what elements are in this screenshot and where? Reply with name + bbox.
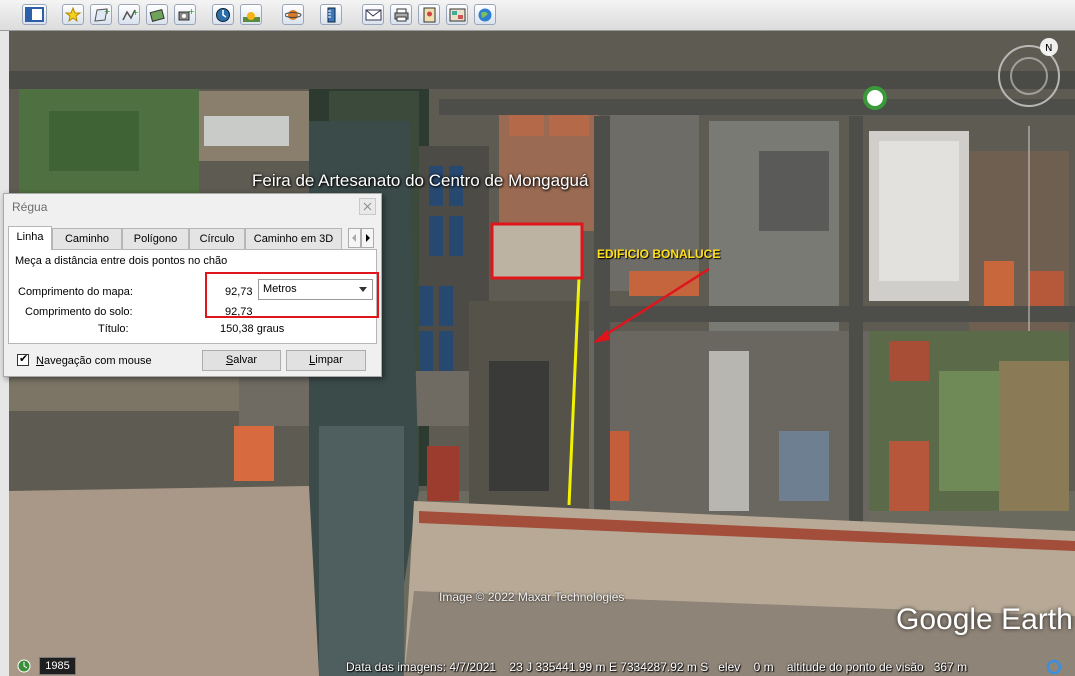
earth-gallery-icon[interactable] <box>474 4 496 25</box>
add-polygon-icon[interactable]: + <box>90 4 112 25</box>
tab-circulo[interactable]: Círculo <box>189 228 245 249</box>
print-icon[interactable] <box>390 4 412 25</box>
svg-text:+: + <box>104 7 110 16</box>
poi-label[interactable]: Feira de Artesanato do Centro de Mongagu… <box>252 171 588 191</box>
checkmark-icon: ✔ <box>19 353 29 365</box>
map-length-label: Comprimento do mapa: <box>18 286 133 298</box>
building-highlight-box <box>490 222 584 280</box>
arrow-head-icon <box>593 330 610 343</box>
sidebar-toggle-icon[interactable] <box>22 4 47 25</box>
ruler-dialog: Régua Linha Caminho Polígono Círculo Cam… <box>3 193 382 377</box>
historical-imagery-icon[interactable] <box>212 4 234 25</box>
save-button[interactable]: Salvar <box>202 350 281 371</box>
add-placemark-icon[interactable] <box>62 4 84 25</box>
ruler-line <box>567 277 581 506</box>
close-icon <box>363 202 372 211</box>
add-image-overlay-icon[interactable] <box>146 4 168 25</box>
history-clock-icon[interactable] <box>17 659 31 673</box>
annotation-label: EDIFICIO BONALUCE <box>597 247 721 261</box>
add-path-icon[interactable]: + <box>118 4 140 25</box>
planets-icon[interactable] <box>282 4 304 25</box>
dialog-title: Régua <box>12 200 48 214</box>
close-button[interactable] <box>359 198 376 215</box>
tab-caminho-3d[interactable]: Caminho em 3D <box>245 228 342 249</box>
imagery-copyright: Image © 2022 Maxar Technologies <box>439 590 625 604</box>
tab-bar: Linha Caminho Polígono Círculo Caminho e… <box>8 226 378 250</box>
google-earth-logo: Google Earth <box>896 603 1073 636</box>
save-image-icon[interactable] <box>418 4 440 25</box>
chevron-left-icon <box>352 234 356 242</box>
tab-scroll-left[interactable] <box>348 228 361 248</box>
timeline-year[interactable]: 1985 <box>39 657 76 675</box>
email-icon[interactable] <box>362 4 384 25</box>
streaming-indicator-icon <box>1046 659 1062 675</box>
view-in-maps-icon[interactable] <box>446 4 468 25</box>
heading-value: 150,38 graus <box>220 323 285 335</box>
tab-linha[interactable]: Linha <box>8 226 52 250</box>
ruler-icon[interactable] <box>320 4 342 25</box>
ground-length-label: Comprimento do solo: <box>25 306 133 318</box>
svg-text:+: + <box>188 7 194 16</box>
record-tour-icon[interactable]: + <box>174 4 196 25</box>
tab-caminho[interactable]: Caminho <box>52 228 122 249</box>
svg-text:+: + <box>132 8 138 17</box>
chevron-right-icon <box>366 234 370 242</box>
annotation-arrow <box>598 267 710 341</box>
description-text: Meça a distância entre dois pontos no ch… <box>15 255 228 267</box>
mouse-navigation-checkbox[interactable]: ✔ <box>17 353 29 366</box>
length-highlight-box <box>205 272 379 318</box>
tab-scroll-right[interactable] <box>361 228 374 248</box>
status-bar-text: Data das imagens: 4/7/2021 23 J 335441.9… <box>346 660 968 674</box>
clear-button[interactable]: Limpar <box>286 350 366 371</box>
toolbar: + + + <box>0 0 1075 31</box>
tab-poligono[interactable]: Polígono <box>122 228 189 249</box>
heading-label: Título: <box>98 323 129 335</box>
mouse-navigation-label[interactable]: Navegação com mouse <box>36 355 152 367</box>
sunlight-icon[interactable] <box>240 4 262 25</box>
